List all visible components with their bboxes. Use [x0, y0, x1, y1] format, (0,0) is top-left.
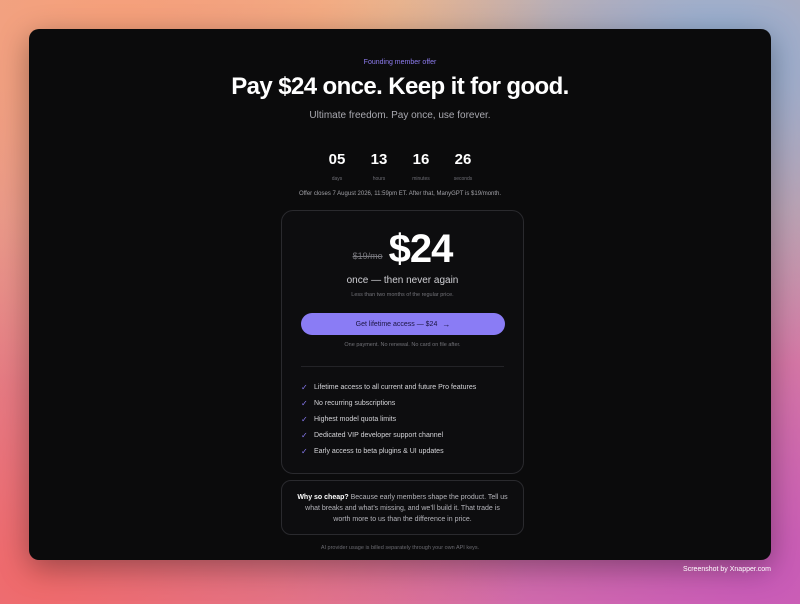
countdown-days-label: days [331, 176, 343, 182]
feature-item: ✓ Early access to beta plugins & UI upda… [301, 444, 513, 460]
pricing-window: Founding member offer Pay $24 once. Keep… [29, 29, 771, 560]
api-billing-note: AI provider usage is billed separately t… [320, 545, 480, 551]
pricing-card: $19/mo $24 once — then never again Less … [281, 210, 524, 474]
page-title: Pay $24 once. Keep it for good. [231, 73, 569, 100]
countdown-days-value: 05 [328, 151, 346, 168]
page-subtitle: Ultimate freedom. Pay once, use forever. [309, 110, 491, 121]
check-icon: ✓ [301, 431, 308, 441]
countdown-seconds: 26 seconds [450, 151, 476, 182]
feature-text: No recurring subscriptions [314, 399, 396, 407]
get-lifetime-access-button[interactable]: Get lifetime access — $24 → [301, 313, 505, 335]
price-comparison-note: Less than two months of the regular pric… [351, 292, 454, 298]
feature-item: ✓ Highest model quota limits [301, 411, 513, 427]
countdown-minutes-value: 16 [412, 151, 430, 168]
feature-item: ✓ No recurring subscriptions [301, 395, 513, 411]
screenshot-watermark: Screenshot by Xnapper.com [683, 566, 771, 573]
price-row: $19/mo $24 [282, 229, 523, 269]
lifetime-price: $24 [388, 227, 454, 271]
countdown-hours: 13 hours [366, 151, 392, 182]
why-cheap-card: Why so cheap? Because early members shap… [281, 480, 524, 535]
countdown-timer: 05 days 13 hours 16 minutes 26 seconds [29, 151, 771, 182]
feature-text: Lifetime access to all current and futur… [314, 383, 477, 391]
countdown-hours-label: hours [372, 176, 386, 182]
feature-text: Early access to beta plugins & UI update… [314, 448, 444, 456]
feature-text: Highest model quota limits [314, 415, 397, 423]
why-cheap-text: Why so cheap? Because early members shap… [296, 492, 509, 525]
check-icon: ✓ [301, 447, 308, 457]
feature-item: ✓ Dedicated VIP developer support channe… [301, 428, 513, 444]
feature-item: ✓ Lifetime access to all current and fut… [301, 379, 513, 395]
old-price: $19/mo [352, 251, 383, 261]
feature-list: ✓ Lifetime access to all current and fut… [301, 379, 513, 460]
countdown-days: 05 days [324, 151, 350, 182]
countdown-seconds-label: seconds [453, 176, 473, 182]
eyebrow-label: Founding member offer [363, 59, 437, 66]
why-cheap-heading: Why so cheap? [297, 494, 349, 501]
payment-note: One payment. No renewal. No card on file… [344, 342, 461, 348]
card-divider [301, 366, 504, 367]
check-icon: ✓ [301, 398, 308, 408]
check-icon: ✓ [301, 414, 308, 424]
countdown-hours-value: 13 [370, 151, 388, 168]
countdown-minutes-label: minutes [412, 176, 430, 182]
offer-close-note: Offer closes 7 August 2026, 11:59pm ET. … [298, 191, 502, 197]
arrow-right-icon: → [442, 319, 451, 329]
cta-label: Get lifetime access — $24 [355, 320, 438, 328]
price-once-label: once — then never again [346, 275, 459, 286]
countdown-seconds-value: 26 [454, 151, 472, 168]
feature-text: Dedicated VIP developer support channel [314, 432, 444, 440]
check-icon: ✓ [301, 382, 308, 392]
countdown-minutes: 16 minutes [408, 151, 434, 182]
